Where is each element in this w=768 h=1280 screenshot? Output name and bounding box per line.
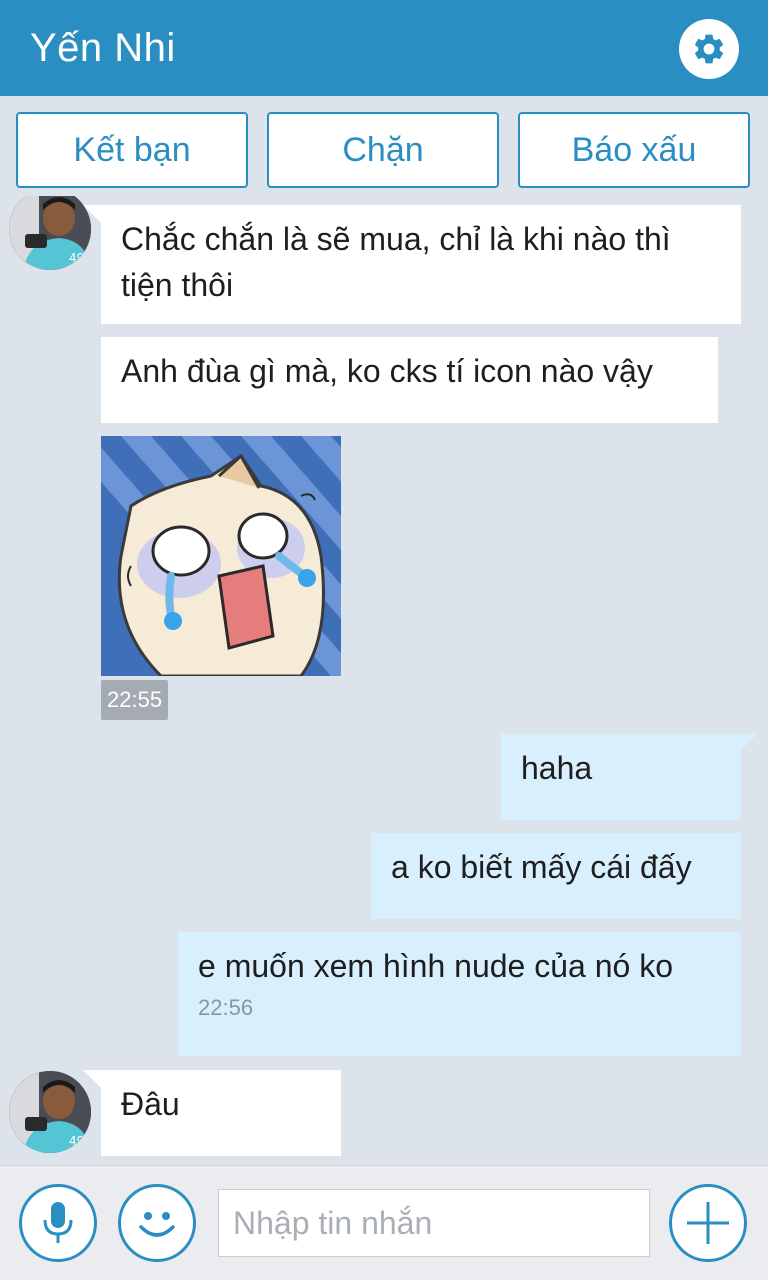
gear-icon: [695, 34, 724, 64]
svg-text:49: 49: [69, 1134, 84, 1148]
message-bubble-outgoing[interactable]: a ko biết mấy cái đấy: [371, 833, 741, 919]
attach-button[interactable]: [669, 1184, 747, 1262]
microphone-icon: [43, 1202, 73, 1243]
message-bubble-incoming[interactable]: Đâu: [101, 1070, 341, 1156]
message-text: e muốn xem hình nude của nó ko: [198, 948, 673, 984]
smiley-icon: [139, 1212, 175, 1237]
avatar[interactable]: 49: [9, 196, 91, 270]
avatar-photo: 49: [9, 196, 91, 270]
plus-icon: [687, 1202, 729, 1244]
message-input[interactable]: [218, 1189, 650, 1257]
message-text: Đâu: [121, 1086, 180, 1122]
message-text: haha: [521, 750, 593, 786]
message-bubble-incoming[interactable]: Anh đùa gì mà, ko cks tí icon nào vậy: [101, 337, 718, 423]
sticker-image: [101, 436, 341, 676]
avatar-photo: 49: [9, 1071, 91, 1153]
chat-messages[interactable]: 49 Chắc chắn là sẽ mua, chỉ là khi nào t…: [0, 196, 768, 1164]
message-bubble-incoming[interactable]: Chắc chắn là sẽ mua, chỉ là khi nào thì …: [101, 205, 741, 324]
message-bubble-outgoing[interactable]: e muốn xem hình nude của nó ko 22:56: [178, 932, 741, 1056]
message-text: a ko biết mấy cái đấy: [391, 849, 692, 885]
microphone-button[interactable]: [19, 1184, 97, 1262]
settings-button[interactable]: [679, 19, 739, 79]
avatar[interactable]: 49: [9, 1071, 91, 1153]
header-bar: Yến Nhi: [0, 0, 768, 96]
block-button[interactable]: Chặn: [267, 112, 499, 188]
message-time: 22:56: [198, 995, 254, 1020]
add-friend-button[interactable]: Kết bạn: [16, 112, 248, 188]
contact-name: Yến Nhi: [30, 26, 176, 70]
emoji-button[interactable]: [118, 1184, 196, 1262]
svg-text:49: 49: [69, 251, 84, 265]
bubble-tail: [83, 1070, 101, 1088]
bubble-tail: [739, 734, 757, 752]
message-input-bar: [0, 1165, 768, 1280]
crying-cat-sticker[interactable]: [101, 436, 341, 676]
timestamp-badge: 22:55: [101, 680, 169, 720]
message-bubble-outgoing[interactable]: haha: [501, 734, 741, 820]
message-text: Chắc chắn là sẽ mua, chỉ là khi nào thì …: [121, 221, 671, 303]
report-button[interactable]: Báo xấu: [518, 112, 750, 188]
message-text: Anh đùa gì mà, ko cks tí icon nào vậy: [121, 353, 653, 389]
bubble-tail: [83, 205, 101, 223]
